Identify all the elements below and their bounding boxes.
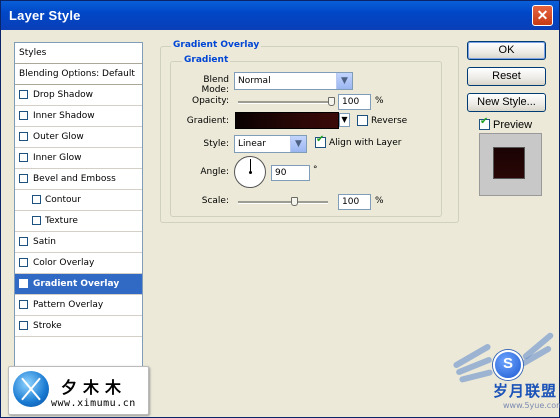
sidebar-item-label: Gradient Overlay	[33, 279, 120, 289]
checkbox-icon[interactable]	[19, 258, 28, 267]
opacity-input[interactable]: 100	[338, 94, 371, 110]
brand-name: 岁月联盟	[493, 382, 558, 400]
sidebar-item-label: Stroke	[33, 321, 62, 331]
sidebar-item-inner-glow[interactable]: Inner Glow	[15, 148, 142, 169]
sidebar-item-color-overlay[interactable]: Color Overlay	[15, 253, 142, 274]
checkbox-icon[interactable]	[32, 216, 41, 225]
angle-label: Angle:	[200, 167, 229, 177]
sidebar-item-gradient-overlay[interactable]: ✔ Gradient Overlay	[15, 274, 142, 295]
checkbox-icon[interactable]	[19, 111, 28, 120]
brand-watermark: S 岁月联盟 www.5yue.com	[441, 323, 560, 415]
checkbox-icon[interactable]	[19, 153, 28, 162]
layer-style-dialog: Layer Style ✕ Styles Blending Options: D…	[0, 0, 560, 418]
align-with-layer-checkbox[interactable]: ✔	[315, 134, 326, 148]
sidebar-item-label: Inner Shadow	[33, 111, 95, 121]
checkbox-icon[interactable]	[19, 132, 28, 141]
sidebar-item-label: Color Overlay	[33, 258, 95, 268]
checkbox-icon[interactable]	[32, 195, 41, 204]
reverse-label: Reverse	[371, 116, 408, 126]
chevron-down-icon: ▼	[336, 73, 352, 89]
scale-slider-thumb[interactable]	[291, 197, 298, 206]
checkmark-icon: ✔	[316, 134, 325, 145]
opacity-slider-thumb[interactable]	[328, 97, 335, 106]
checkbox-icon[interactable]	[19, 174, 28, 183]
blending-options-item[interactable]: Blending Options: Default	[15, 64, 142, 85]
angle-input[interactable]: 90	[271, 165, 310, 181]
scale-percent: %	[375, 196, 384, 206]
checkbox-icon[interactable]: ✔	[19, 279, 28, 291]
sidebar-item-contour[interactable]: Contour	[15, 190, 142, 211]
align-with-layer-label: Align with Layer	[329, 138, 402, 148]
gradient-dropdown-icon[interactable]: ▼	[339, 113, 350, 127]
style-value: Linear	[238, 139, 266, 149]
chevron-down-icon: ▼	[290, 136, 306, 152]
checkbox-icon[interactable]	[19, 300, 28, 309]
sidebar-item-bevel-and-emboss[interactable]: Bevel and Emboss	[15, 169, 142, 190]
scale-label: Scale:	[201, 196, 229, 206]
styles-list: Styles Blending Options: Default Drop Sh…	[14, 42, 143, 390]
scale-input[interactable]: 100	[338, 194, 371, 210]
scale-slider[interactable]	[238, 201, 328, 204]
checkbox-icon[interactable]	[19, 237, 28, 246]
sidebar-item-pattern-overlay[interactable]: Pattern Overlay	[15, 295, 142, 316]
sidebar-item-label: Texture	[45, 216, 78, 226]
sidebar-item-satin[interactable]: Satin	[15, 232, 142, 253]
checkmark-icon: ✔	[20, 280, 29, 291]
styles-header[interactable]: Styles	[15, 43, 142, 64]
blend-mode-value: Normal	[238, 76, 271, 86]
opacity-slider[interactable]	[238, 101, 333, 104]
checkbox-icon[interactable]	[19, 90, 28, 99]
style-select[interactable]: Linear ▼	[234, 135, 307, 153]
sidebar-item-label: Bevel and Emboss	[33, 174, 116, 184]
gradient-swatch[interactable]	[235, 112, 339, 129]
sidebar-item-stroke[interactable]: Stroke	[15, 316, 142, 337]
preview-swatch	[493, 147, 525, 179]
sidebar-item-label: Inner Glow	[33, 153, 82, 163]
window-title: Layer Style	[9, 8, 81, 23]
title-bar[interactable]: Layer Style ✕	[1, 1, 559, 30]
opacity-percent: %	[375, 96, 384, 106]
new-style-button[interactable]: New Style...	[467, 93, 546, 112]
sidebar-item-label: Pattern Overlay	[33, 300, 104, 310]
angle-wheel[interactable]	[234, 156, 266, 188]
watermark-title: 夕木木	[61, 378, 128, 397]
sidebar-item-label: Drop Shadow	[33, 90, 94, 100]
checkbox-icon[interactable]	[19, 321, 28, 330]
checkmark-icon: ✔	[480, 116, 489, 127]
angle-center	[249, 171, 252, 174]
watermark-url: www.ximumu.cn	[51, 398, 136, 409]
reverse-checkbox[interactable]	[357, 115, 368, 126]
brand-logo-icon: S	[493, 350, 523, 380]
watermark-badge: 夕木木 www.ximumu.cn	[8, 366, 149, 415]
globe-logo-icon	[13, 371, 49, 407]
sidebar-item-drop-shadow[interactable]: Drop Shadow	[15, 85, 142, 106]
close-icon[interactable]: ✕	[532, 5, 553, 26]
degree-symbol: °	[313, 165, 318, 175]
gradient-group-title: Gradient	[182, 55, 231, 65]
sidebar-item-inner-shadow[interactable]: Inner Shadow	[15, 106, 142, 127]
sidebar-item-label: Satin	[33, 237, 56, 247]
style-label: Style:	[203, 139, 229, 149]
reset-button[interactable]: Reset	[467, 67, 546, 86]
style-preview	[479, 133, 542, 196]
sidebar-item-outer-glow[interactable]: Outer Glow	[15, 127, 142, 148]
gradient-label: Gradient:	[186, 116, 229, 126]
ok-button[interactable]: OK	[467, 41, 546, 60]
blend-mode-select[interactable]: Normal ▼	[234, 72, 353, 90]
preview-checkbox[interactable]: ✔	[479, 116, 490, 130]
sidebar-item-label: Contour	[45, 195, 81, 205]
preview-label: Preview	[493, 119, 533, 131]
gradient-overlay-title: Gradient Overlay	[171, 40, 262, 50]
sidebar-item-texture[interactable]: Texture	[15, 211, 142, 232]
sidebar-item-label: Outer Glow	[33, 132, 84, 142]
brand-url: www.5yue.com	[503, 401, 560, 410]
blend-mode-label: Blend Mode:	[201, 75, 229, 95]
opacity-label: Opacity:	[192, 96, 229, 106]
